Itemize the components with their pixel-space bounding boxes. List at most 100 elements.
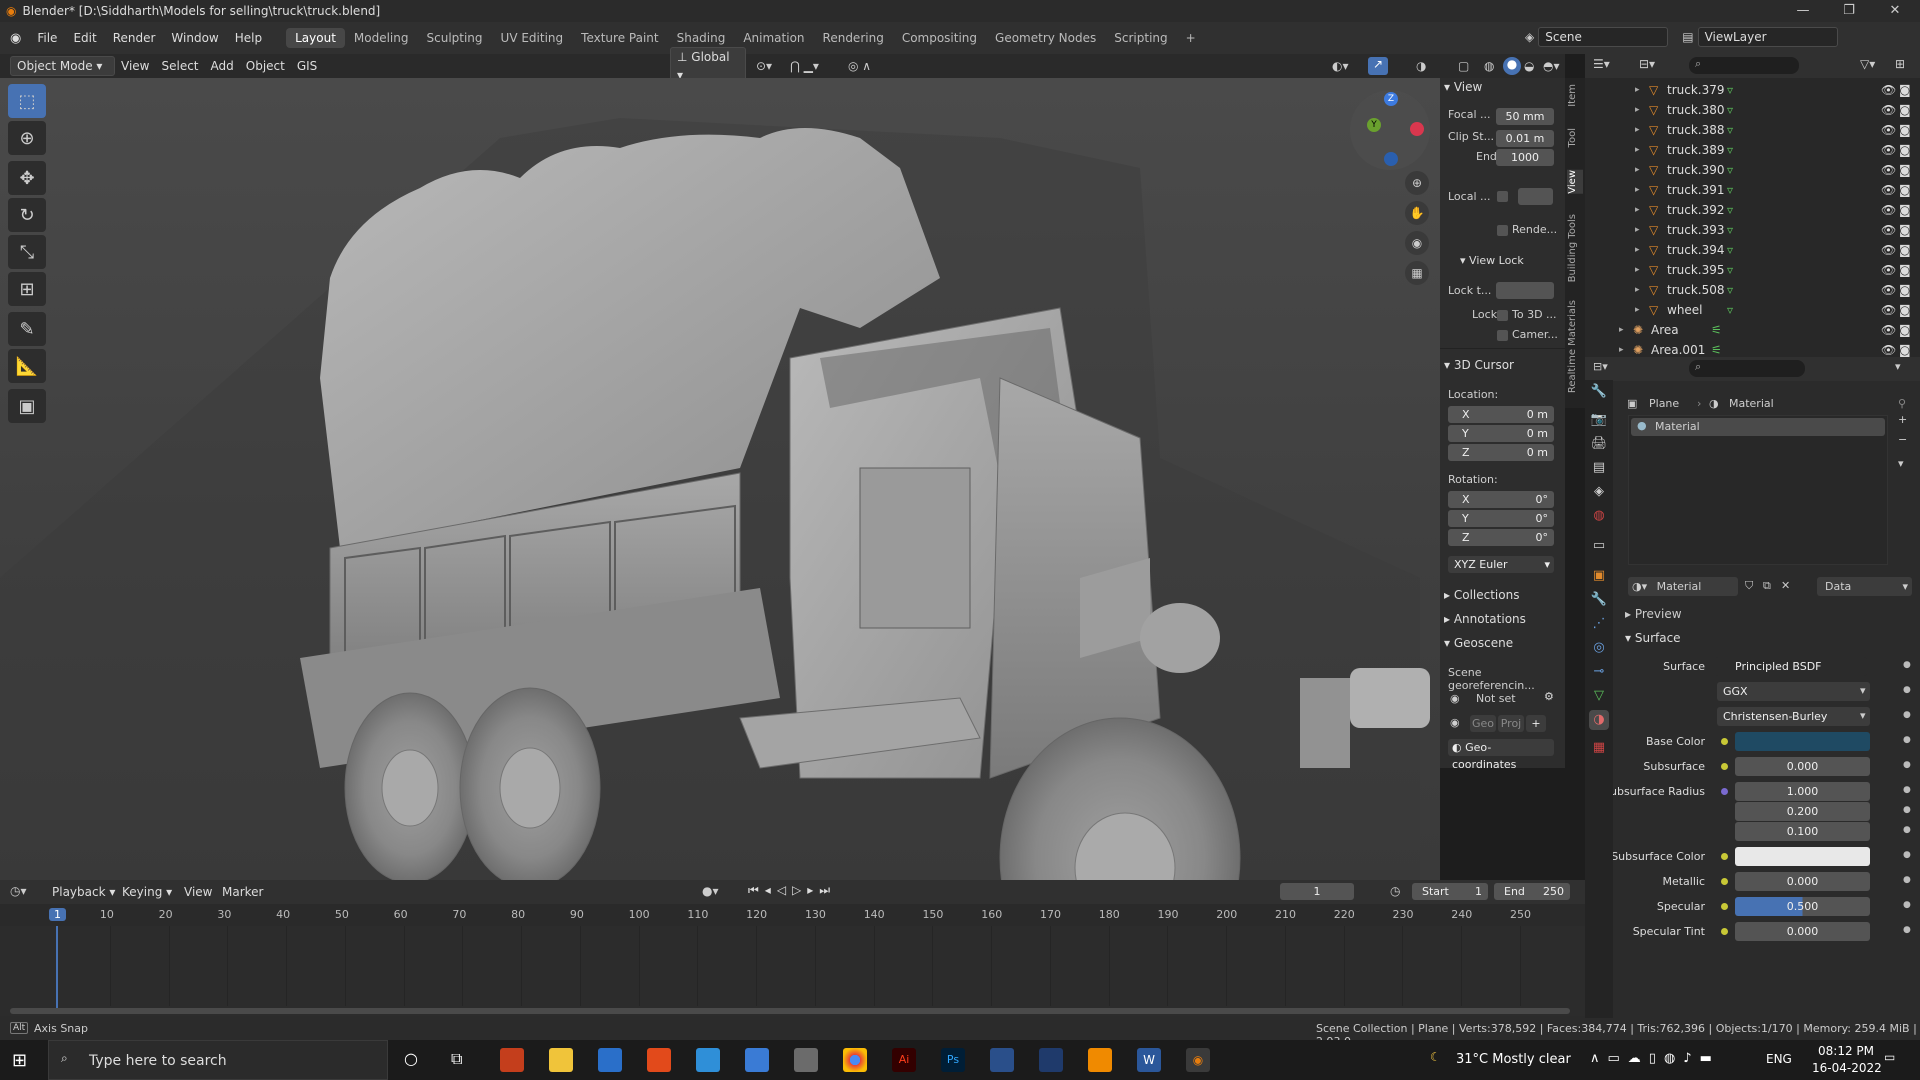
gizmo-z-icon[interactable]: Z xyxy=(1384,92,1398,106)
visibility-eye-icon[interactable]: 👁 xyxy=(1881,200,1896,220)
material-slot-item[interactable]: ● Material xyxy=(1631,418,1885,436)
xray-icon[interactable]: ▢ xyxy=(1458,59,1469,73)
tab-sculpting[interactable]: Sculpting xyxy=(418,28,492,48)
visibility-eye-icon[interactable]: 👁 xyxy=(1881,100,1896,120)
expand-arrow-icon[interactable]: ▸ xyxy=(1635,260,1640,280)
auto-keying-icon[interactable]: ●▾ xyxy=(702,884,719,898)
cursor-rotation-y-field[interactable]: Y 0° xyxy=(1448,510,1554,527)
app-icon[interactable] xyxy=(745,1048,769,1072)
select-box-icon[interactable]: ⬚ xyxy=(8,84,46,118)
animate-property-icon[interactable]: ● xyxy=(1903,805,1911,815)
property-value-field[interactable]: 0.000 xyxy=(1735,757,1870,776)
outliner-search-input[interactable]: ⌕ xyxy=(1689,57,1799,74)
tab-modeling[interactable]: Modeling xyxy=(345,28,418,48)
radio-icon[interactable]: ◉ xyxy=(1450,716,1460,729)
property-value-field[interactable]: 0.500 xyxy=(1735,897,1870,916)
surface-shader-field[interactable]: Principled BSDF xyxy=(1715,657,1867,676)
render-camera-icon[interactable]: ◙ xyxy=(1899,80,1911,100)
animate-property-icon[interactable]: ● xyxy=(1903,875,1911,885)
lock-to-object-field[interactable] xyxy=(1496,282,1554,299)
add-slot-icon[interactable]: + xyxy=(1898,413,1907,426)
outliner-row[interactable]: ▸ ▽ truck.388 ▿ 👁 ◙ xyxy=(1585,120,1920,140)
rendered-shading-icon[interactable]: ◓▾ xyxy=(1543,59,1560,73)
socket-icon[interactable] xyxy=(1721,738,1728,745)
current-frame-field[interactable]: 1 xyxy=(1280,883,1354,900)
wireframe-shading-icon[interactable]: ◍ xyxy=(1484,59,1494,73)
menu-gis[interactable]: GIS xyxy=(291,57,323,75)
tab-tool[interactable]: Tool xyxy=(1567,128,1583,147)
subsurface-method-dropdown[interactable]: Christensen-Burley xyxy=(1717,707,1870,726)
tab-geometry-nodes[interactable]: Geometry Nodes xyxy=(986,28,1105,48)
material-tab-icon[interactable]: ◑ xyxy=(1589,710,1609,730)
property-value-field[interactable]: 0.000 xyxy=(1735,872,1870,891)
visibility-eye-icon[interactable]: 👁 xyxy=(1881,160,1896,180)
cursor-rotation-z-field[interactable]: Z 0° xyxy=(1448,529,1554,546)
visibility-eye-icon[interactable]: 👁 xyxy=(1881,260,1896,280)
animate-property-icon[interactable]: ● xyxy=(1903,785,1911,795)
radio-icon[interactable]: ◉ xyxy=(1450,692,1460,705)
transform-icon[interactable]: ⊞ xyxy=(8,272,46,306)
expand-arrow-icon[interactable]: ▸ xyxy=(1635,220,1640,240)
duplicate-material-icon[interactable]: ⧉ xyxy=(1763,579,1771,593)
render-camera-icon[interactable]: ◙ xyxy=(1899,220,1911,240)
scale-icon[interactable]: ⤡ xyxy=(8,235,46,269)
animate-property-icon[interactable]: ● xyxy=(1903,710,1911,720)
tab-rendering[interactable]: Rendering xyxy=(814,28,893,48)
clip-start-field[interactable]: 0.01 m xyxy=(1496,130,1554,147)
particles-tab-icon[interactable]: ⋰ xyxy=(1589,614,1609,634)
texture-tab-icon[interactable]: ▦ xyxy=(1589,738,1609,758)
menu-help[interactable]: Help xyxy=(227,28,270,48)
animate-property-icon[interactable]: ● xyxy=(1903,735,1911,745)
solid-shading-icon[interactable]: ● xyxy=(1503,57,1521,75)
animate-property-icon[interactable]: ● xyxy=(1903,760,1911,770)
tab-view[interactable]: View xyxy=(1567,170,1583,194)
outliner-row[interactable]: ▸ ▽ truck.392 ▿ 👁 ◙ xyxy=(1585,200,1920,220)
outliner-row[interactable]: ▸ ▽ truck.393 ▿ 👁 ◙ xyxy=(1585,220,1920,240)
properties-editor-type-icon[interactable]: ⊟▾ xyxy=(1593,360,1608,373)
new-collection-icon[interactable]: ⊞ xyxy=(1895,57,1905,71)
clip-end-field[interactable]: 1000 xyxy=(1496,149,1554,166)
collections-section-header[interactable]: ▸ Collections xyxy=(1444,588,1519,602)
end-frame-field[interactable]: End 250 xyxy=(1494,883,1570,900)
expand-arrow-icon[interactable]: ▸ xyxy=(1635,280,1640,300)
scene-icon[interactable]: ◈ xyxy=(1525,30,1534,44)
expand-arrow-icon[interactable]: ▸ xyxy=(1635,140,1640,160)
render-tab-icon[interactable]: 📷 xyxy=(1589,410,1609,430)
expand-arrow-icon[interactable]: ▸ xyxy=(1635,180,1640,200)
notification-icon[interactable]: ▭ xyxy=(1884,1050,1895,1064)
menu-edit[interactable]: Edit xyxy=(65,28,104,48)
menu-view[interactable]: View xyxy=(115,57,155,75)
app-icon[interactable] xyxy=(696,1048,720,1072)
property-value-field[interactable]: 0.000 xyxy=(1735,922,1870,941)
app-icon[interactable] xyxy=(1039,1048,1063,1072)
expand-arrow-icon[interactable]: ▸ xyxy=(1635,300,1640,320)
task-view-icon[interactable]: ⧉ xyxy=(451,1049,462,1069)
expand-arrow-icon[interactable]: ▸ xyxy=(1635,120,1640,140)
animate-property-icon[interactable]: ● xyxy=(1903,660,1911,670)
view-layer-tab-icon[interactable]: ▤ xyxy=(1589,458,1609,478)
preview-range-icon[interactable]: ◷ xyxy=(1390,884,1400,898)
properties-search-input[interactable]: ⌕ xyxy=(1689,360,1805,377)
weather-text[interactable]: 31°C Mostly clear xyxy=(1456,1052,1571,1067)
geo-button[interactable]: Geo xyxy=(1470,715,1496,732)
app-icon[interactable] xyxy=(990,1048,1014,1072)
render-camera-icon[interactable]: ◙ xyxy=(1899,320,1911,340)
playhead-line[interactable] xyxy=(56,926,58,1008)
link-data-dropdown[interactable]: Data ▾ xyxy=(1817,577,1912,596)
object-tab-icon[interactable]: ▣ xyxy=(1589,566,1609,586)
tray-icons[interactable]: ∧▭☁▯◍♪▬ xyxy=(1590,1051,1720,1066)
visibility-eye-icon[interactable]: 👁 xyxy=(1881,140,1896,160)
add-geo-icon[interactable]: + xyxy=(1526,715,1546,732)
cursor-location-z-field[interactable]: Z 0 m xyxy=(1448,444,1554,461)
mesh-data-tab-icon[interactable]: ▽ xyxy=(1589,686,1609,706)
3d-cursor-section-header[interactable]: ▾ 3D Cursor xyxy=(1444,358,1514,372)
gizmo-neg-z-icon[interactable] xyxy=(1384,152,1398,166)
visibility-eye-icon[interactable]: 👁 xyxy=(1881,120,1896,140)
add-workspace-icon[interactable]: + xyxy=(1177,28,1205,48)
outliner-row[interactable]: ▸ ▽ truck.391 ▿ 👁 ◙ xyxy=(1585,180,1920,200)
navigation-gizmo[interactable]: Z Y xyxy=(1350,90,1430,170)
tool-tab-icon[interactable]: 🔧 xyxy=(1589,382,1609,402)
tab-animation[interactable]: Animation xyxy=(734,28,813,48)
zoom-icon[interactable]: ⊕ xyxy=(1405,171,1429,195)
move-icon[interactable]: ✥ xyxy=(8,161,46,195)
